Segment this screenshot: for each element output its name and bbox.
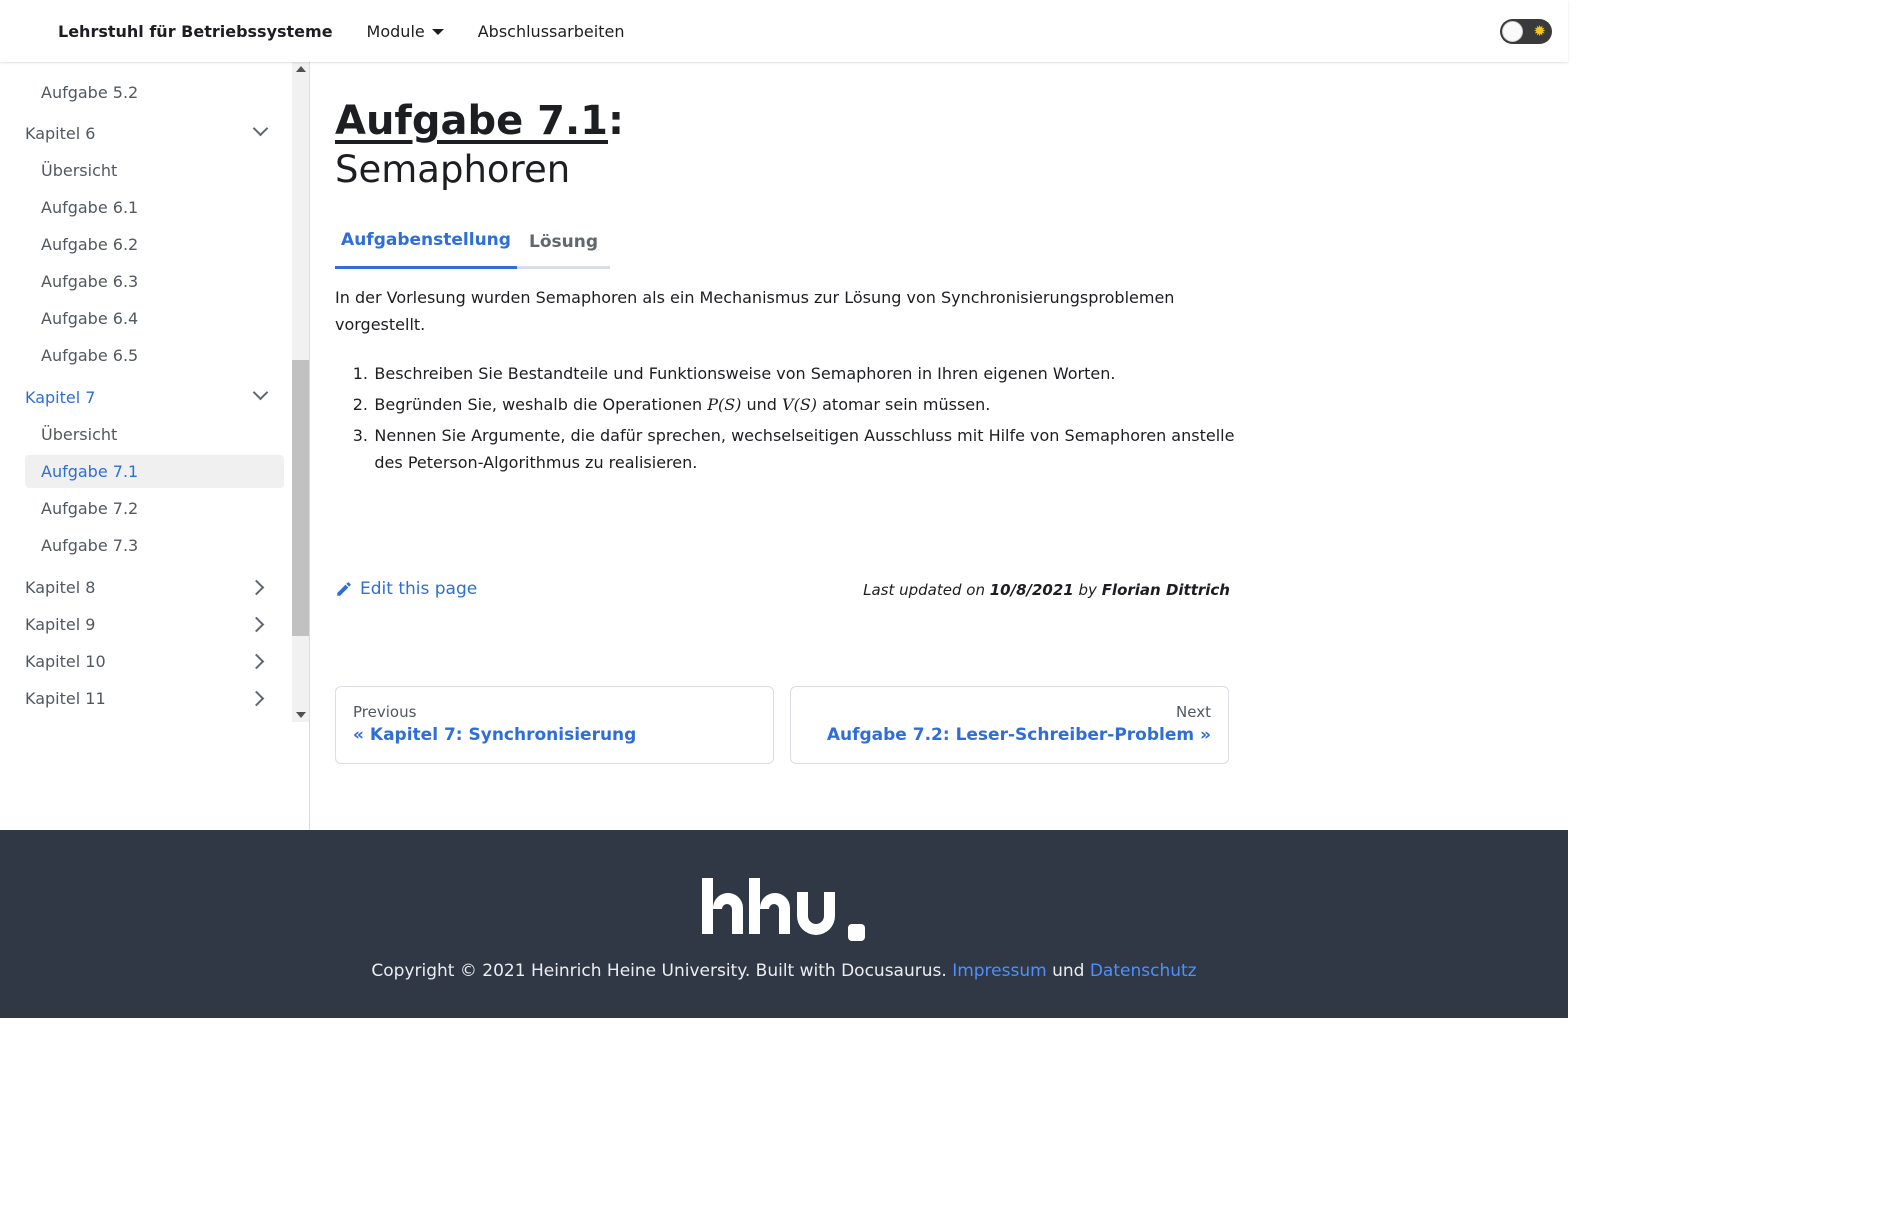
sidebar-category[interactable]: Kapitel 8 <box>25 571 284 604</box>
impressum-link[interactable]: Impressum <box>952 961 1047 981</box>
task-list: 1. Beschreiben Sie Bestandteile und Funk… <box>335 360 1235 480</box>
sidebar-item[interactable]: Aufgabe 6.3 <box>25 265 284 298</box>
nav-abschlussarbeiten[interactable]: Abschlussarbeiten <box>478 22 625 41</box>
sidebar-category[interactable]: Kapitel 6 <box>25 117 284 150</box>
sidebar-item-label: Aufgabe 6.5 <box>41 346 139 365</box>
sidebar-item[interactable]: Aufgabe 7.3 <box>25 529 284 562</box>
pager-next[interactable]: Next Aufgabe 7.2: Leser-Schreiber-Proble… <box>790 686 1229 764</box>
updated-by: by <box>1073 581 1102 599</box>
last-updated: Last updated on 10/8/2021 by Florian Dit… <box>863 581 1230 599</box>
sidebar-item-label: Aufgabe 5.2 <box>41 83 139 102</box>
page-title: Aufgabe 7.1: <box>335 98 624 144</box>
list-text-part: Begründen Sie, weshalb die Operationen <box>374 395 708 414</box>
sidebar-item-label: Kapitel 11 <box>25 689 106 708</box>
sidebar-item-label: Kapitel 9 <box>25 615 96 634</box>
updated-date: 10/8/2021 <box>989 581 1074 599</box>
toggle-knob <box>1502 21 1523 42</box>
math-p-of-s: P(S) <box>707 395 742 414</box>
sidebar-item-label: Aufgabe 7.3 <box>41 536 139 555</box>
updated-author: Florian Dittrich <box>1101 581 1230 599</box>
page-title-colon: : <box>608 98 625 144</box>
datenschutz-link[interactable]: Datenschutz <box>1090 961 1197 981</box>
pencil-icon <box>337 582 351 596</box>
sidebar-item-label: Aufgabe 6.4 <box>41 309 139 328</box>
nav-module-label: Module <box>366 21 425 41</box>
sidebar-category[interactable]: Kapitel 11 <box>25 682 284 715</box>
footer: Copyright © 2021 Heinrich Heine Universi… <box>0 830 1568 1018</box>
edit-label: Edit this page <box>360 579 478 599</box>
chevron-right-icon[interactable] <box>248 653 265 670</box>
pager-previous-title: « Kapitel 7: Synchronisierung <box>353 725 637 745</box>
copyright-und: und <box>1046 961 1090 981</box>
pager-previous-label: Previous <box>353 703 417 721</box>
scroll-down-arrow-icon[interactable] <box>296 712 306 718</box>
sidebar-category[interactable]: Kapitel 7 <box>25 381 284 414</box>
updated-prefix: Last updated on <box>863 581 990 599</box>
list-text-part: und <box>741 395 783 414</box>
list-item: 1. Beschreiben Sie Bestandteile und Funk… <box>335 360 1235 387</box>
tab-loesung[interactable]: Lösung <box>517 214 610 269</box>
sidebar-item[interactable]: Aufgabe 6.1 <box>25 191 284 224</box>
sidebar-item-label: Kapitel 7 <box>25 388 96 407</box>
sidebar-item[interactable]: Aufgabe 5.2 <box>25 76 284 109</box>
copyright-text: Copyright © 2021 Heinrich Heine Universi… <box>0 961 1568 981</box>
sidebar-category[interactable]: Kapitel 9 <box>25 608 284 641</box>
sidebar-item-label: Kapitel 8 <box>25 578 96 597</box>
sidebar-item[interactable]: Aufgabe 6.4 <box>25 302 284 335</box>
chevron-down-icon[interactable] <box>252 120 269 137</box>
sidebar-scrollbar-thumb[interactable] <box>292 360 309 636</box>
tab-aufgabenstellung[interactable]: Aufgabenstellung <box>335 214 517 269</box>
sidebar-item-label: Übersicht <box>41 425 118 444</box>
edit-this-page-link[interactable]: Edit this page <box>335 579 477 599</box>
pager-next-title: Aufgabe 7.2: Leser-Schreiber-Problem » <box>826 725 1211 745</box>
list-text-part: atomar sein müssen. <box>817 395 991 414</box>
sidebar-item[interactable]: Aufgabe 7.2 <box>25 492 284 525</box>
chevron-right-icon[interactable] <box>248 690 265 707</box>
sidebar-item-label: Aufgabe 6.1 <box>41 198 139 217</box>
sidebar-item-label: Aufgabe 7.1 <box>41 462 139 481</box>
sidebar-item[interactable]: Aufgabe 7.1 <box>25 455 284 488</box>
pager-previous[interactable]: Previous « Kapitel 7: Synchronisierung <box>335 686 774 764</box>
sidebar-item-label: Aufgabe 6.3 <box>41 272 139 291</box>
top-navbar: Lehrstuhl für Betriebssysteme Module Abs… <box>0 0 1568 62</box>
sidebar-category[interactable]: Kapitel 10 <box>25 645 284 678</box>
sidebar-item-label: Übersicht <box>41 161 118 180</box>
chevron-right-icon[interactable] <box>248 579 265 596</box>
scroll-up-arrow-icon[interactable] <box>296 66 306 72</box>
sidebar-item[interactable]: Übersicht <box>25 418 284 451</box>
nav-module-dropdown[interactable]: Module <box>367 22 444 41</box>
hhu-logo <box>702 878 865 941</box>
caret-down-icon <box>431 29 444 35</box>
theme-toggle[interactable]: ✹ <box>1500 19 1552 44</box>
chevron-down-icon[interactable] <box>252 384 269 401</box>
list-item: 2. Begründen Sie, weshalb die Operatione… <box>335 391 1235 418</box>
math-v-of-s: V(S) <box>782 395 818 414</box>
copyright-main: Copyright © 2021 Heinrich Heine Universi… <box>371 961 953 981</box>
intro-paragraph: In der Vorlesung wurden Semaphoren als e… <box>335 288 1175 334</box>
tab-bar: Aufgabenstellung Lösung <box>335 214 610 269</box>
sun-icon: ✹ <box>1533 22 1546 40</box>
sidebar-item[interactable]: Aufgabe 6.5 <box>25 339 284 372</box>
sidebar-item-label: Kapitel 6 <box>25 124 96 143</box>
chevron-right-icon[interactable] <box>248 616 265 633</box>
list-text: Nennen Sie Argumente, die dafür sprechen… <box>374 426 1235 472</box>
sidebar-item-label: Aufgabe 6.2 <box>41 235 139 254</box>
list-text: Beschreiben Sie Bestandteile und Funktio… <box>374 364 1116 383</box>
list-number: 3. <box>352 426 368 445</box>
brand-title[interactable]: Lehrstuhl für Betriebssysteme <box>58 22 333 41</box>
list-item: 3. Nennen Sie Argumente, die dafür sprec… <box>335 422 1235 476</box>
sidebar-item-label: Kapitel 10 <box>25 652 106 671</box>
pager-next-label: Next <box>1176 703 1211 721</box>
page-title-link[interactable]: Aufgabe 7.1 <box>335 98 608 144</box>
sidebar-item[interactable]: Übersicht <box>25 154 284 187</box>
sidebar-item[interactable]: Aufgabe 6.2 <box>25 228 284 261</box>
sidebar: Aufgabe 5.2 Kapitel 6 Übersicht Aufgabe 6.1… <box>0 62 310 830</box>
list-text: Begründen Sie, weshalb die Operationen P… <box>368 391 1235 418</box>
page-subtitle: Semaphoren <box>335 148 571 191</box>
sidebar-menu: Aufgabe 5.2 Kapitel 6 Übersicht Aufgabe 6.1… <box>0 62 292 722</box>
list-number: 1. <box>352 364 368 383</box>
sidebar-item-label: Aufgabe 7.2 <box>41 499 139 518</box>
list-number: 2. <box>352 395 368 414</box>
